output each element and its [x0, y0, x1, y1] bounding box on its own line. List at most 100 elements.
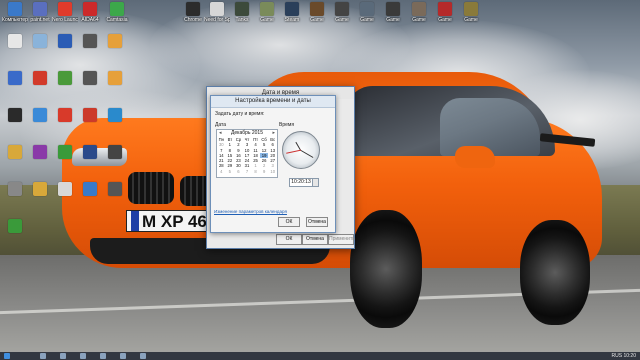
desktop-icon[interactable]: Steam	[279, 2, 305, 23]
desktop-icon[interactable]	[77, 145, 103, 160]
app-icon	[464, 2, 478, 16]
time-input[interactable]: 10:20:13	[289, 178, 313, 187]
calendar-day[interactable]: 6	[234, 169, 243, 174]
desktop-icon[interactable]: Game	[329, 2, 355, 23]
desktop-icon[interactable]	[77, 182, 103, 197]
desktop-icon[interactable]: Game	[304, 2, 330, 23]
desktop-icon[interactable]	[52, 108, 78, 123]
taskbar-app-icon[interactable]	[60, 353, 66, 359]
app-icon	[33, 71, 47, 85]
next-month-icon[interactable]: ▸	[272, 130, 275, 137]
desktop-icon[interactable]: Game	[432, 2, 458, 23]
app-icon	[235, 2, 249, 16]
taskbar-app-icon[interactable]	[120, 353, 126, 359]
desktop-icon[interactable]: Компьютер	[2, 2, 28, 23]
app-icon	[8, 34, 22, 48]
license-plate: M XP 469	[126, 210, 208, 232]
taskbar-app-icon[interactable]	[140, 353, 146, 359]
app-icon	[58, 182, 72, 196]
desktop-icon[interactable]	[27, 145, 53, 160]
time-spinner[interactable]	[312, 178, 319, 187]
app-icon	[310, 2, 324, 16]
app-icon	[58, 71, 72, 85]
desktop-icon[interactable]: AIDA64	[77, 2, 103, 23]
subdialog-title: Настройка времени и даты	[211, 96, 335, 108]
app-icon	[438, 2, 452, 16]
sub-cancel-button[interactable]: Отмена	[306, 217, 328, 227]
prev-month-icon[interactable]: ◂	[219, 130, 222, 137]
desktop-icon[interactable]	[102, 34, 128, 49]
desktop-icon[interactable]	[27, 182, 53, 197]
app-icon	[186, 2, 200, 16]
desktop-icon[interactable]	[2, 71, 28, 86]
app-icon	[8, 219, 22, 233]
desktop-icon[interactable]	[102, 182, 128, 197]
desktop-icon[interactable]: Camtasia	[104, 2, 130, 23]
app-icon	[83, 145, 97, 159]
desktop-icon[interactable]: Game	[254, 2, 280, 23]
desktop-icon[interactable]: Need for Speed	[204, 2, 230, 23]
app-icon	[83, 34, 97, 48]
desktop-icon[interactable]	[102, 145, 128, 160]
calendar-month[interactable]: Декабрь 2015	[231, 130, 263, 136]
desktop-icon[interactable]	[2, 219, 28, 234]
app-icon	[33, 108, 47, 122]
desktop-icon[interactable]	[2, 34, 28, 49]
app-icon	[83, 108, 97, 122]
desktop-icon-label: AIDA64	[81, 17, 99, 23]
desktop-icon[interactable]	[2, 108, 28, 123]
desktop-icon[interactable]: Game	[458, 2, 484, 23]
app-icon	[110, 2, 124, 16]
sub-ok-button[interactable]: ОК	[278, 217, 300, 227]
start-icon[interactable]	[4, 353, 10, 359]
desktop-icon[interactable]: Nero Launcher	[52, 2, 78, 23]
taskbar-app-icon[interactable]	[80, 353, 86, 359]
calendar-day[interactable]: 9	[260, 169, 269, 174]
ok-button[interactable]: ОК	[276, 234, 302, 245]
desktop-icon[interactable]	[102, 71, 128, 86]
desktop-icon[interactable]	[52, 145, 78, 160]
desktop-icon[interactable]	[52, 71, 78, 86]
calendar-day[interactable]: 7	[243, 169, 252, 174]
desktop-icon[interactable]	[27, 71, 53, 86]
desktop-icon[interactable]: paint.net	[27, 2, 53, 23]
calendar-day[interactable]: 10	[268, 169, 277, 174]
desktop-icon-label: Camtasia	[106, 17, 128, 23]
desktop-icon[interactable]: Game	[380, 2, 406, 23]
desktop-icon-label: Game	[360, 17, 374, 23]
desktop-icon[interactable]	[27, 108, 53, 123]
app-icon	[58, 2, 72, 16]
desktop-icon-label: Chrome	[184, 17, 202, 23]
taskbar-app-icon[interactable]	[40, 353, 46, 359]
calendar-day[interactable]: 5	[226, 169, 235, 174]
desktop-icon[interactable]	[77, 108, 103, 123]
system-tray[interactable]: RUS 10:20	[612, 352, 636, 360]
calendar-day[interactable]: 4	[217, 169, 226, 174]
desktop-icon[interactable]: Tanks	[229, 2, 255, 23]
calendar-settings-link[interactable]: Изменение параметров календаря	[214, 209, 287, 214]
desktop-icon[interactable]	[77, 34, 103, 49]
desktop-icon[interactable]	[77, 71, 103, 86]
desktop-icon[interactable]	[52, 182, 78, 197]
taskbar-app-icon[interactable]	[100, 353, 106, 359]
desktop-icon-label: paint.net	[30, 17, 50, 23]
desktop-icon-label: Game	[412, 17, 426, 23]
app-icon	[108, 71, 122, 85]
desktop-icon-label: Need for Speed	[204, 17, 230, 23]
calendar[interactable]: ◂ Декабрь 2015 ▸ Пн Вт Ср Чт Пт Сб Вс 30 1 2 3 4 5 6 7…	[216, 129, 278, 178]
desktop-icon[interactable]	[2, 145, 28, 160]
app-icon	[83, 2, 97, 16]
desktop-icon[interactable]: Game	[354, 2, 380, 23]
desktop-icon[interactable]	[102, 108, 128, 123]
desktop-icon[interactable]: Game	[406, 2, 432, 23]
desktop-icon-label: Game	[464, 17, 478, 23]
desktop-icon-label: Game	[260, 17, 274, 23]
app-icon	[260, 2, 274, 16]
desktop-icon[interactable]: Chrome	[180, 2, 206, 23]
apply-button[interactable]: Применить	[328, 234, 355, 245]
calendar-day[interactable]: 8	[251, 169, 260, 174]
desktop-icon[interactable]	[52, 34, 78, 49]
desktop-icon[interactable]	[2, 182, 28, 197]
cancel-button[interactable]: Отмена	[302, 234, 328, 245]
desktop-icon[interactable]	[27, 34, 53, 49]
